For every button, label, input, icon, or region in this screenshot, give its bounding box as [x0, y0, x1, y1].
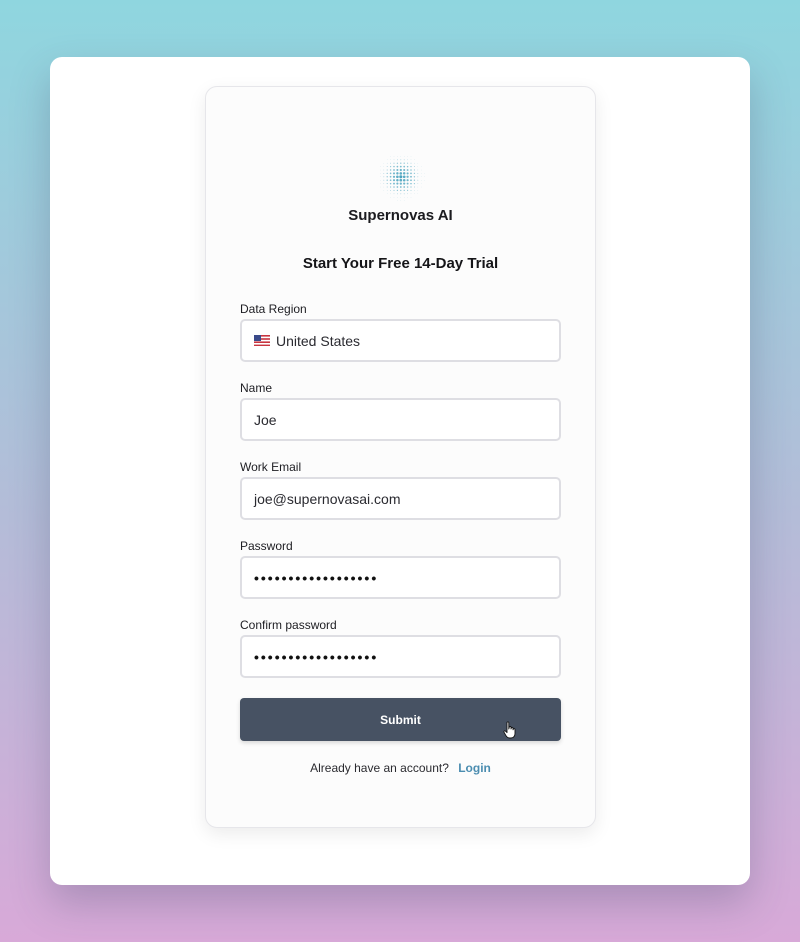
confirm-password-label: Confirm password: [240, 618, 337, 632]
brand-name: Supernovas AI: [348, 207, 453, 224]
confirm-password-value: ••••••••••••••••••: [254, 648, 379, 665]
password-input[interactable]: ••••••••••••••••••: [240, 556, 561, 599]
us-flag-icon: [254, 335, 270, 346]
app-window: Supernovas AI Start Your Free 14-Day Tri…: [50, 57, 750, 885]
login-link[interactable]: Login: [458, 761, 491, 775]
work-email-value: joe@supernovasai.com: [254, 490, 401, 507]
data-region-select[interactable]: United States: [240, 319, 561, 362]
password-label: Password: [240, 539, 293, 553]
password-value: ••••••••••••••••••: [254, 569, 379, 586]
signup-card: Supernovas AI Start Your Free 14-Day Tri…: [205, 86, 596, 828]
confirm-password-input[interactable]: ••••••••••••••••••: [240, 635, 561, 678]
name-value: Joe: [254, 411, 277, 428]
hand-pointer-cursor-icon: [503, 721, 516, 739]
work-email-input[interactable]: joe@supernovasai.com: [240, 477, 561, 520]
work-email-label: Work Email: [240, 460, 302, 474]
name-label: Name: [240, 381, 273, 395]
data-region-value: United States: [276, 332, 361, 349]
login-prompt-text: Already have an account?: [310, 761, 449, 775]
page-title: Start Your Free 14-Day Trial: [302, 255, 499, 272]
data-region-label: Data Region: [240, 302, 307, 316]
supernova-dot-logo-icon: [380, 156, 425, 201]
name-input[interactable]: Joe: [240, 398, 561, 441]
login-prompt: Already have an account? Login: [206, 761, 595, 775]
